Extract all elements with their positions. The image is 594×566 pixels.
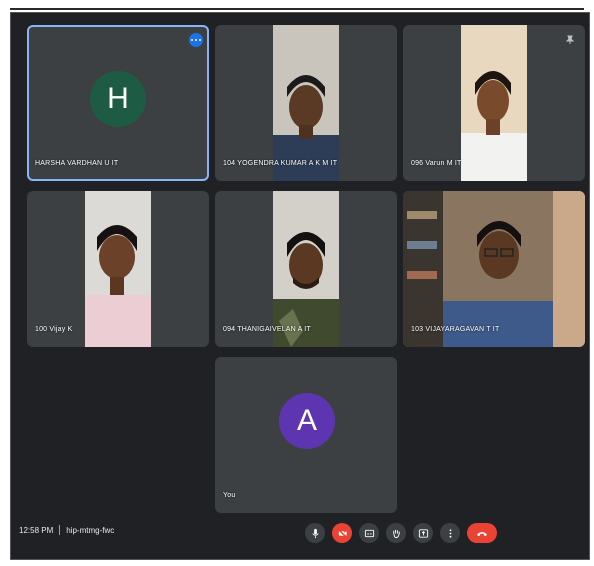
participant-tile-varun[interactable]: 096 Varun M IT bbox=[403, 25, 585, 181]
raise-hand-button[interactable] bbox=[386, 523, 406, 543]
present-button[interactable] bbox=[413, 523, 433, 543]
participant-video bbox=[85, 191, 151, 347]
meeting-info: 12:58 PM hip-mtmg-fwc bbox=[19, 525, 114, 535]
participant-tile-yogendra[interactable]: 104 YOGENDRA KUMAR A K M IT bbox=[215, 25, 397, 181]
participant-name: 103 VIJAYARAGAVAN T IT bbox=[411, 326, 500, 333]
participant-tile-thanigaivelan[interactable]: 094 THANIGAIVELAN A IT bbox=[215, 191, 397, 347]
bottom-toolbar: 12:58 PM hip-mtmg-fwc bbox=[11, 509, 589, 559]
participant-video bbox=[273, 191, 339, 347]
present-icon bbox=[418, 528, 428, 538]
camera-toggle-button[interactable] bbox=[332, 523, 352, 543]
participant-name: You bbox=[223, 492, 236, 499]
meeting-time: 12:58 PM bbox=[19, 525, 54, 535]
pin-icon[interactable] bbox=[565, 35, 575, 45]
more-options-icon bbox=[449, 528, 451, 538]
call-controls bbox=[305, 523, 497, 543]
participant-video bbox=[403, 191, 585, 347]
meeting-code[interactable]: hip-mtmg-fwc bbox=[66, 526, 114, 535]
more-options-button[interactable] bbox=[189, 33, 203, 47]
participant-tile-vijayaragavan[interactable]: 103 VIJAYARAGAVAN T IT bbox=[403, 191, 585, 347]
participant-tile-self[interactable]: A You bbox=[215, 357, 397, 513]
top-rule bbox=[10, 8, 584, 10]
mic-button[interactable] bbox=[305, 523, 325, 543]
participant-video bbox=[461, 25, 527, 181]
mic-icon bbox=[311, 528, 319, 538]
participant-tile-harsha[interactable]: H HARSHA VARDHAN U IT bbox=[27, 25, 209, 181]
avatar: H bbox=[90, 71, 146, 127]
more-options-button[interactable] bbox=[440, 523, 460, 543]
divider bbox=[59, 525, 61, 535]
participant-video bbox=[273, 25, 339, 181]
participant-tile-vijay[interactable]: 100 Vijay K bbox=[27, 191, 209, 347]
participant-name: 104 YOGENDRA KUMAR A K M IT bbox=[223, 160, 338, 167]
raise-hand-icon bbox=[392, 529, 400, 538]
end-call-button[interactable] bbox=[467, 523, 497, 543]
participant-name: 096 Varun M IT bbox=[411, 160, 462, 167]
participant-name: HARSHA VARDHAN U IT bbox=[35, 160, 119, 167]
participant-name: 094 THANIGAIVELAN A IT bbox=[223, 326, 311, 333]
camera-off-icon bbox=[337, 528, 347, 538]
participant-name: 100 Vijay K bbox=[35, 326, 73, 333]
captions-icon bbox=[364, 529, 374, 537]
end-call-icon bbox=[476, 531, 488, 536]
meet-window: H HARSHA VARDHAN U IT 104 YOGENDRA KUMAR… bbox=[10, 12, 590, 560]
captions-button[interactable] bbox=[359, 523, 379, 543]
avatar: A bbox=[279, 393, 335, 449]
